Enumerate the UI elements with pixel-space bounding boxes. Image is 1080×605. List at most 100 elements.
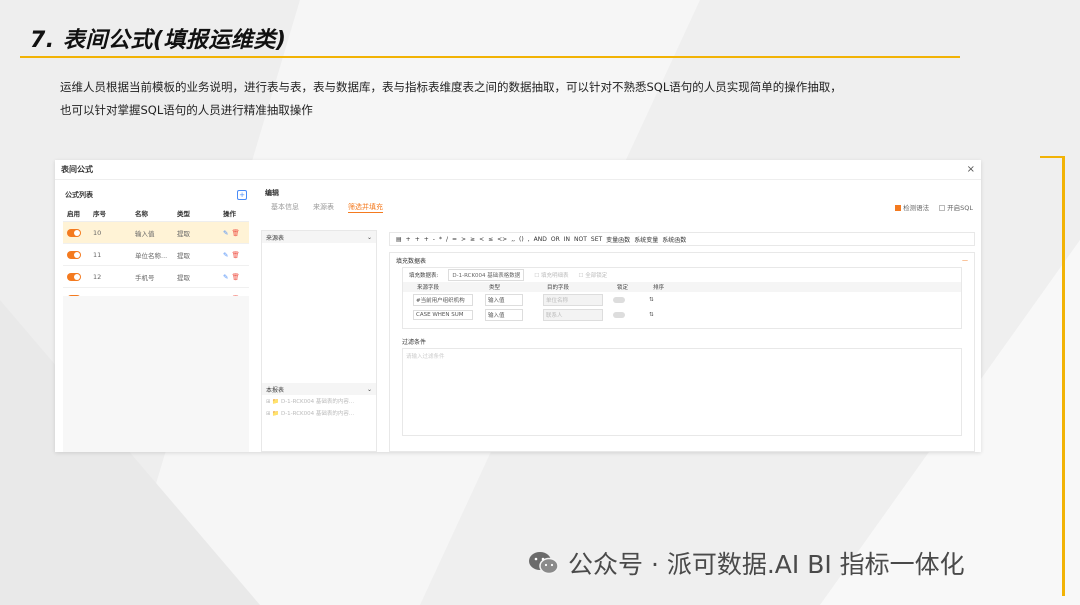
col-type[interactable]: 类型 [177,208,223,218]
collapse-icon[interactable]: — [962,257,968,264]
toolbar-item[interactable]: < [479,236,484,243]
tab-basic-info[interactable]: 基本信息 [271,202,299,213]
col-sort: 排序 [653,285,665,291]
filter-placeholder: 请输入过滤条件 [406,354,445,360]
row-index: 10 [93,228,102,237]
formula-window: 表间公式 × 公式列表 + 启用 序号 名称 类型 操作 10 输入值 提取 ✎… [55,160,981,452]
row-type: 提取 [177,273,190,282]
lock-toggle[interactable] [613,296,625,303]
edit-icon[interactable]: ✎ [223,229,228,237]
filter-condition-input[interactable]: 请输入过滤条件 [402,348,962,436]
tree-item-label: D-1-RCK004 基础表的内容... [280,411,355,417]
toolbar-item[interactable]: NOT [574,236,587,243]
close-icon[interactable]: × [967,164,975,175]
window-title: 表间公式 [61,165,93,174]
toolbar-item[interactable]: ≥ [470,236,475,243]
toolbar-item[interactable]: = [452,236,457,243]
formula-list-title: 公式列表 [65,191,93,199]
target-field-input[interactable]: 单位名称 [543,293,603,306]
source-table-header[interactable]: 来源表 ⌄ [262,231,376,243]
toolbar-item[interactable]: * [439,236,442,243]
toolbar-item[interactable]: IN [564,236,570,243]
source-table-panel: 来源表 ⌄ 本报表 ⌄ ⊞ 📁 D-1-RCK004 基础表的内容... ⊞ 📁 D… [261,230,377,452]
system-functions-menu[interactable]: 系统函数 [662,235,686,244]
toolbar-item[interactable]: + [406,236,411,243]
toolbar-item[interactable]: ▤ [396,236,402,243]
fill-config-box: 填充数据表: D-1-RCK004 基础表格数据 ☐ 填充明细表 ☐ 全部锁定 … [402,267,962,329]
row-type: 提取 [177,229,190,238]
toolbar-item[interactable]: + [415,236,420,243]
lock-all-option[interactable]: ☐ 全部锁定 [579,271,608,279]
type-select[interactable]: 输入值 [485,293,523,306]
toolbar-item[interactable]: + [424,236,429,243]
enable-sql-option[interactable]: 开启SQL [939,202,973,212]
delete-icon[interactable]: 🗑 [231,229,239,237]
tab-source-table[interactable]: 来源表 [313,202,334,213]
chevron-down-icon[interactable]: ⌄ [367,386,372,393]
this-report-header[interactable]: 本报表 ⌄ [262,383,376,395]
fill-table-label: 填充数据表: [409,273,439,279]
tab-filter-fill[interactable]: 筛选并填充 [348,202,383,213]
editor-title: 编辑 [265,189,279,197]
this-report-label: 本报表 [266,386,285,394]
table-row[interactable]: 11 单位名称... 提取 ✎ 🗑 [63,244,249,266]
type-select[interactable]: 输入值 [485,308,523,321]
table-row[interactable]: 10 输入值 提取 ✎ 🗑 [63,222,249,244]
toolbar-item[interactable]: - [433,236,435,243]
toolbar-item[interactable]: <> [497,236,507,243]
check-syntax-label: 检测语法 [903,204,930,212]
formula-table-header: 启用 序号 名称 类型 操作 [63,204,249,222]
tree-item[interactable]: ⊞ 📁 D-1-RCK004 基础表的内容... [262,395,376,407]
formula-list-empty-area [63,296,249,452]
editor-panel: 编辑 基本信息 来源表 筛选并填充 检测语法 开启SQL 来源表 ⌄ 本报表 ⌄ ⊞… [261,186,977,452]
mapping-table-header: 来源字段 类型 目的字段 锁定 排序 [403,282,961,292]
fill-table-select[interactable]: D-1-RCK004 基础表格数据 [448,269,525,281]
system-variables-menu[interactable]: 系统变量 [634,235,658,244]
check-syntax-option[interactable]: 检测语法 [895,202,929,212]
fill-table-title: 填充数据表 [396,257,427,265]
edit-icon[interactable]: ✎ [223,273,228,281]
chevron-down-icon[interactable]: ⌄ [367,234,372,241]
filter-condition-label: 过滤条件 [402,339,427,346]
watermark-text: 公众号 · 派可数据.AI BI 指标一体化 [568,550,965,579]
table-row[interactable]: 12 手机号 提取 ✎ 🗑 [63,266,249,288]
toolbar-item[interactable]: OR [551,236,560,243]
fill-table-panel: 填充数据表 — 填充数据表: D-1-RCK004 基础表格数据 ☐ 填充明细表… [389,252,975,452]
col-target-field: 目的字段 [547,285,570,291]
variable-functions-menu[interactable]: 变量函数 [606,235,630,244]
checkbox-icon[interactable] [895,205,902,211]
toolbar-item[interactable]: / [446,236,448,243]
enable-toggle[interactable] [67,272,81,281]
fill-detail-option[interactable]: ☐ 填充明细表 [534,271,568,279]
slide-description: 运维人员根据当前模板的业务说明，进行表与表，表与数据库，表与指标表维度表之间的数… [60,76,940,122]
toolbar-item[interactable]: SET [591,236,602,243]
toolbar-item[interactable]: AND [534,236,547,243]
toolbar-item[interactable]: , [528,236,530,243]
edit-icon[interactable]: ✎ [223,251,228,259]
target-field-input[interactable]: 联系人 [543,308,603,321]
row-index: 12 [93,272,102,281]
sort-icon[interactable]: ⇅ [649,312,689,318]
row-name: 手机号 [135,273,155,282]
lock-toggle[interactable] [613,311,625,318]
toolbar-item[interactable]: () [519,236,524,243]
toolbar-item[interactable]: ≤ [488,236,493,243]
enable-toggle[interactable] [67,250,81,259]
source-field-select[interactable]: #当前用户组织机构 [413,293,473,306]
description-line-1: 运维人员根据当前模板的业务说明，进行表与表，表与数据库，表与指标表维度表之间的数… [60,80,842,94]
enable-toggle[interactable] [67,228,81,237]
watermark: 公众号 · 派可数据.AI BI 指标一体化 [528,545,965,581]
lock-all-label: 全部锁定 [585,273,608,279]
row-type: 提取 [177,251,190,260]
checkbox-icon[interactable] [939,205,946,211]
source-field-select[interactable]: CASE WHEN SUM [413,309,473,320]
delete-icon[interactable]: 🗑 [231,251,239,259]
delete-icon[interactable]: 🗑 [231,273,239,281]
toolbar-item[interactable]: ,, [511,236,515,243]
sort-icon[interactable]: ⇅ [649,297,689,303]
toolbar-item[interactable]: > [461,236,466,243]
slide-title: 7. 表间公式(填报运维类) [30,28,287,53]
tree-item[interactable]: ⊞ 📁 D-1-RCK004 基础表的内容... [262,407,376,419]
add-formula-icon[interactable]: + [237,190,247,200]
operator-toolbar: ▤ + + + - * / = > ≥ < ≤ <> ,, () , AND O… [389,232,975,246]
